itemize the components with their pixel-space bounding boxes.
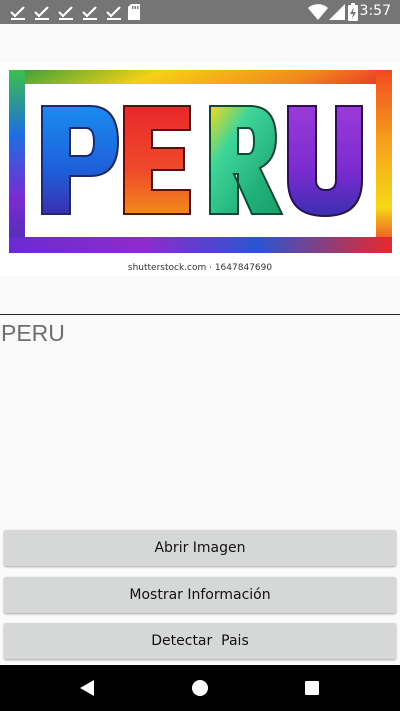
signal-icon xyxy=(329,4,345,20)
show-info-button-label: Mostrar Información xyxy=(129,587,271,603)
battery-charging-icon xyxy=(348,3,358,21)
divider xyxy=(0,314,400,315)
status-bar: 3:57 xyxy=(0,0,400,24)
check-icon xyxy=(106,6,121,20)
letter-e xyxy=(123,105,191,215)
recents-icon[interactable] xyxy=(305,681,319,695)
check-icon xyxy=(82,6,97,20)
home-icon[interactable] xyxy=(192,680,208,696)
image-watermark-caption: shutterstock.com · 1647847690 xyxy=(127,263,273,273)
peru-logo-image xyxy=(0,62,400,276)
result-text: PERU xyxy=(1,320,65,346)
detect-country-button-label: Detectar Pais xyxy=(151,633,249,649)
navigation-bar xyxy=(0,665,400,711)
check-icon xyxy=(34,6,49,20)
back-icon[interactable] xyxy=(79,680,95,696)
check-icon xyxy=(10,6,25,20)
sd-card-icon xyxy=(128,4,140,20)
country-image: shutterstock.com · 1647847690 xyxy=(0,62,400,276)
check-icon xyxy=(58,6,73,20)
show-info-button[interactable]: Mostrar Información xyxy=(4,577,396,613)
status-time: 3:57 xyxy=(359,3,391,19)
open-image-button[interactable]: Abrir Imagen xyxy=(4,530,396,566)
wifi-icon xyxy=(308,4,328,20)
open-image-button-label: Abrir Imagen xyxy=(154,540,246,556)
detect-country-button[interactable]: Detectar Pais xyxy=(4,623,396,659)
